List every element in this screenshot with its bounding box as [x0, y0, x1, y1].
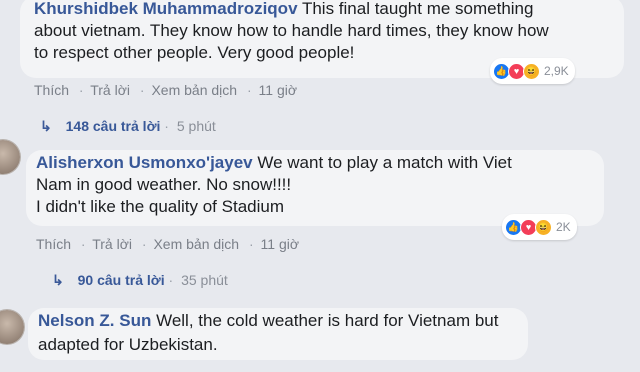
replies-count[interactable]: 148 câu trả lời [66, 118, 161, 134]
comment-actions: Thích · Trả lời · Xem bản dịch · 11 giờ [36, 236, 302, 252]
comment-text-line: Nam in good weather. No snow!!!! [36, 175, 292, 194]
translate-link[interactable]: Xem bản dịch [153, 236, 239, 252]
comment-time[interactable]: 11 giờ [261, 236, 300, 252]
comment-actions: Thích · Trả lời · Xem bản dịch · 11 giờ [34, 82, 300, 98]
replies-count[interactable]: 90 câu trả lời [78, 272, 165, 288]
comment-text-line: to respect other people. Very good peopl… [34, 43, 355, 62]
haha-reaction-icon: 😆 [535, 218, 552, 236]
replies-link[interactable]: ↳ 148 câu trả lời · 5 phút [40, 118, 216, 135]
separator-dot: · [246, 82, 252, 98]
like-link[interactable]: Thích [34, 82, 69, 98]
separator-dot: · [248, 236, 254, 252]
comment-text-line: about vietnam. They know how to handle h… [34, 21, 549, 40]
separator-dot: · [139, 82, 145, 98]
reply-link[interactable]: Trả lời [90, 82, 130, 98]
separator-dot: · [141, 236, 147, 252]
comment-text-line: I didn't like the quality of Stadium [36, 197, 284, 216]
comment-author[interactable]: Alisherxon Usmonxo'jayev [36, 153, 253, 172]
separator-dot: · [80, 236, 86, 252]
comment-bubble: Nelson Z. Sun Well, the cold weather is … [28, 308, 528, 360]
reaction-summary[interactable]: 👍 ♥ 😆 2K [502, 214, 577, 240]
reply-link[interactable]: Trả lời [92, 236, 132, 252]
comment-time[interactable]: 11 giờ [259, 82, 298, 98]
haha-reaction-icon: 😆 [523, 62, 540, 80]
comment-text-line: adapted for Uzbekistan. [38, 335, 218, 354]
separator-dot: · [168, 272, 174, 288]
reply-arrow-icon: ↳ [40, 118, 52, 134]
reply-arrow-icon: ↳ [52, 272, 64, 288]
separator-dot: · [164, 118, 169, 134]
comment-bubble: Khurshidbek Muhammadroziqov This final t… [20, 0, 624, 84]
comment-author[interactable]: Nelson Z. Sun [38, 311, 151, 330]
separator-dot: · [78, 82, 84, 98]
avatar[interactable] [0, 310, 24, 344]
comment-bubble: Alisherxon Usmonxo'jayev We want to play… [26, 150, 604, 240]
comment-text-line: This final taught me something [301, 0, 534, 18]
comment-text-line: Well, the cold weather is hard for Vietn… [156, 311, 499, 330]
comment-author[interactable]: Khurshidbek Muhammadroziqov [34, 0, 298, 18]
comment-text-line: We want to play a match with Viet [257, 153, 512, 172]
replies-link[interactable]: ↳ 90 câu trả lời · 35 phút [52, 272, 228, 289]
translate-link[interactable]: Xem bản dịch [151, 82, 237, 98]
reaction-count: 2K [556, 220, 571, 234]
replies-time: 35 phút [181, 272, 228, 288]
avatar[interactable] [0, 140, 20, 174]
reaction-summary[interactable]: 👍 ♥ 😆 2,9K [490, 58, 575, 84]
like-link[interactable]: Thích [36, 236, 71, 252]
replies-time: 5 phút [176, 118, 216, 134]
reaction-count: 2,9K [544, 64, 569, 78]
